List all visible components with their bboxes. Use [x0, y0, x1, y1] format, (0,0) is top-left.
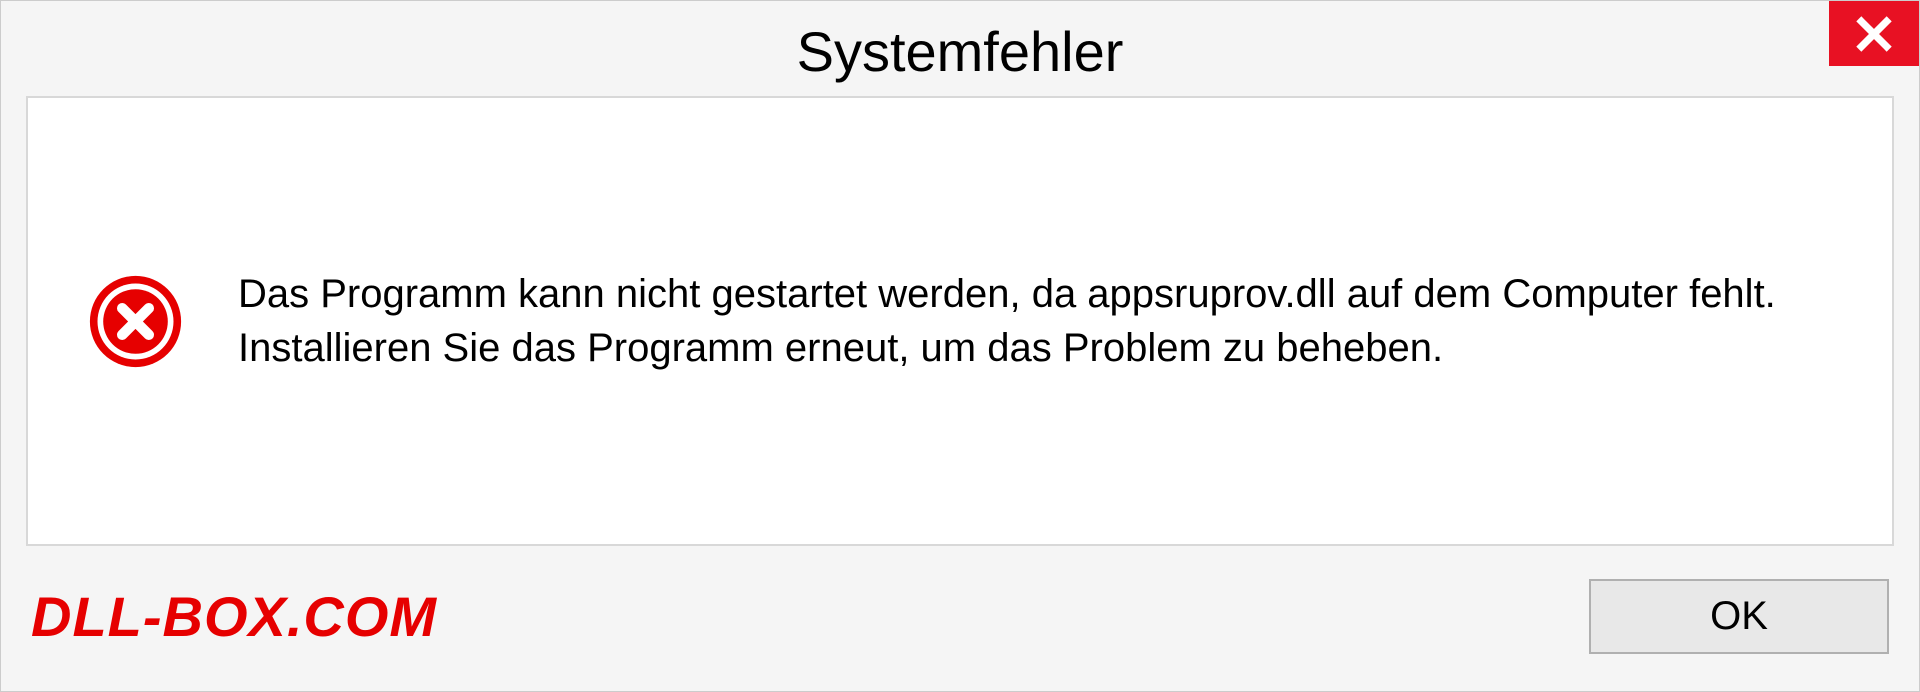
dialog-footer: DLL-BOX.COM OK — [1, 571, 1919, 691]
content-panel: Das Programm kann nicht gestartet werden… — [26, 96, 1894, 546]
close-icon — [1855, 15, 1893, 53]
close-button[interactable] — [1829, 1, 1919, 66]
watermark-text: DLL-BOX.COM — [31, 584, 437, 649]
titlebar: Systemfehler — [1, 1, 1919, 96]
error-dialog: Systemfehler Das Programm kann nicht ges… — [0, 0, 1920, 692]
error-message: Das Programm kann nicht gestartet werden… — [238, 267, 1832, 375]
ok-button[interactable]: OK — [1589, 579, 1889, 654]
dialog-title: Systemfehler — [797, 19, 1124, 84]
error-icon — [88, 274, 183, 369]
